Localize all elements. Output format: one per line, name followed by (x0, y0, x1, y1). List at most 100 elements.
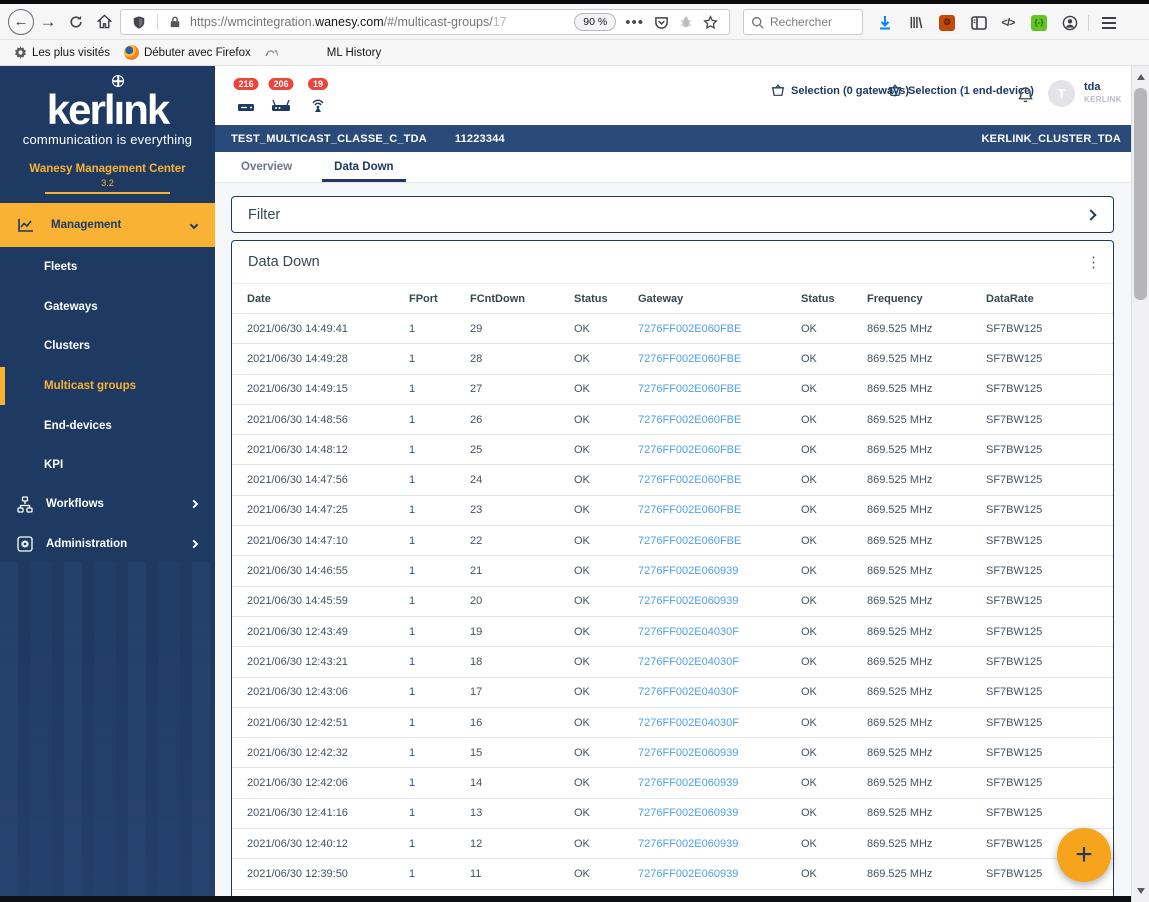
gateway-link[interactable]: 7276FF002E060939 (638, 747, 801, 759)
table-row[interactable]: 2021/06/30 14:48:12125OK7276FF002E060FBE… (232, 434, 1113, 464)
orange-extension-icon[interactable]: ⚙ (936, 13, 958, 32)
scroll-down-arrow-icon[interactable] (1137, 888, 1145, 894)
bookmark-most-visited[interactable]: Les plus visités (14, 46, 110, 59)
table-cell: 869.525 MHz (867, 535, 986, 547)
sidebar-item-fleets[interactable]: Fleets (0, 247, 215, 287)
counter-antennas[interactable]: 19 (303, 78, 333, 114)
table-row[interactable]: 2021/06/30 12:42:06114OK7276FF002E060939… (232, 767, 1113, 797)
reload-button[interactable] (62, 8, 90, 36)
url-text[interactable]: https://wmcintegration.wanesy.com/#/mult… (190, 15, 570, 29)
menu-hamburger-icon[interactable] (1098, 13, 1120, 32)
sidebar-item-kpi[interactable]: KPI (0, 445, 215, 485)
table-row[interactable]: 2021/06/30 12:40:12112OK7276FF002E060939… (232, 828, 1113, 858)
gateway-link[interactable]: 7276FF002E04030F (638, 686, 801, 698)
table-cell: 15 (470, 747, 574, 759)
page-actions-icon[interactable]: ••• (625, 14, 644, 31)
gateway-link[interactable]: 7276FF002E060FBE (638, 383, 801, 395)
table-row[interactable]: 2021/06/30 12:43:21118OK7276FF002E04030F… (232, 646, 1113, 676)
table-row[interactable]: 2021/06/30 14:48:56126OK7276FF002E060FBE… (232, 404, 1113, 434)
counter-gateways[interactable]: 206 (266, 78, 296, 114)
table-row[interactable]: 2021/06/30 14:45:59120OK7276FF002E060939… (232, 586, 1113, 616)
home-button[interactable] (90, 8, 118, 36)
user-avatar[interactable]: T (1048, 80, 1075, 107)
chevron-down-icon (190, 221, 198, 229)
account-icon[interactable] (1059, 13, 1081, 32)
table-cell: 2021/06/30 14:47:10 (247, 535, 409, 547)
gateway-link[interactable]: 7276FF002E060939 (638, 838, 801, 850)
bookmark-star-icon[interactable] (703, 15, 718, 30)
counter-end-devices[interactable]: 216 (231, 78, 261, 114)
table-cell: 2021/06/30 14:47:25 (247, 504, 409, 516)
gateway-link[interactable]: 7276FF002E04030F (638, 626, 801, 638)
table-row[interactable]: 2021/06/30 14:47:56124OK7276FF002E060FBE… (232, 464, 1113, 494)
pocket-icon[interactable] (654, 15, 669, 30)
table-cell: OK (801, 717, 867, 729)
gateway-link[interactable]: 7276FF002E060939 (638, 777, 801, 789)
gateway-link[interactable]: 7276FF002E060FBE (638, 323, 801, 335)
forward-button[interactable]: → (34, 8, 62, 36)
zoom-level-badge[interactable]: 90 % (574, 13, 616, 31)
sidebar-item-administration[interactable]: Administration (0, 524, 215, 564)
url-bar[interactable]: https://wmcintegration.wanesy.com/#/mult… (120, 9, 730, 35)
table-row[interactable]: 2021/06/30 14:47:25123OK7276FF002E060FBE… (232, 495, 1113, 525)
sidebar-item-clusters[interactable]: Clusters (0, 326, 215, 366)
search-input[interactable]: Rechercher (743, 9, 863, 35)
bookmark-getting-started[interactable]: Débuter avec Firefox (124, 45, 251, 60)
expand-chevron-icon[interactable] (1085, 209, 1096, 220)
gateway-link[interactable]: 7276FF002E060FBE (638, 444, 801, 456)
table-row[interactable]: 2021/06/30 12:42:51116OK7276FF002E04030F… (232, 707, 1113, 737)
tracking-shield-icon[interactable] (132, 15, 146, 30)
gateway-link[interactable]: 7276FF002E060FBE (638, 353, 801, 365)
table-row[interactable]: 2021/06/30 14:46:55121OK7276FF002E060939… (232, 555, 1113, 585)
sidebar-item-gateways[interactable]: Gateways (0, 287, 215, 327)
table-row[interactable]: 2021/06/30 12:43:49119OK7276FF002E04030F… (232, 616, 1113, 646)
gateway-link[interactable]: 7276FF002E04030F (638, 656, 801, 668)
table-row[interactable]: 2021/06/30 12:39:28110OK7276FF002E060939… (232, 889, 1113, 896)
table-row[interactable]: 2021/06/30 14:49:41129OK7276FF002E060FBE… (232, 313, 1113, 343)
back-button[interactable]: ← (8, 9, 34, 35)
sidebar-item-workflows[interactable]: Workflows (0, 484, 215, 524)
sidebar-item-management[interactable]: Management (0, 203, 215, 247)
sidebar-toggle-icon[interactable] (968, 13, 990, 32)
gateway-link[interactable]: 7276FF002E060FBE (638, 474, 801, 486)
gateway-link[interactable]: 7276FF002E060939 (638, 807, 801, 819)
search-icon (751, 16, 764, 29)
downloads-icon[interactable] (874, 13, 896, 32)
table-row[interactable]: 2021/06/30 12:41:16113OK7276FF002E060939… (232, 798, 1113, 828)
table-cell: OK (801, 747, 867, 759)
tab-overview[interactable]: Overview (229, 152, 304, 182)
table-row[interactable]: 2021/06/30 14:49:15127OK7276FF002E060FBE… (232, 374, 1113, 404)
gateway-link[interactable]: 7276FF002E060FBE (638, 535, 801, 547)
kebab-menu-icon[interactable]: ⋮ (1086, 253, 1101, 271)
table-row[interactable]: 2021/06/30 14:49:28128OK7276FF002E060FBE… (232, 343, 1113, 373)
gateway-link[interactable]: 7276FF002E060939 (638, 595, 801, 607)
green-extension-icon[interactable]: {-} (1028, 13, 1050, 32)
sidebar-item-end-devices[interactable]: End-devices (0, 406, 215, 446)
selection-end-device[interactable]: Selection (1 end-device) (888, 84, 1034, 97)
table-row[interactable]: 2021/06/30 12:39:50111OK7276FF002E060939… (232, 858, 1113, 888)
page-scrollbar[interactable] (1131, 66, 1149, 902)
scrollbar-thumb[interactable] (1134, 88, 1147, 300)
disabled-extension-icon[interactable] (679, 15, 693, 29)
gateway-link[interactable]: 7276FF002E060939 (638, 565, 801, 577)
bookmark-doodle[interactable] (265, 47, 279, 59)
table-row[interactable]: 2021/06/30 12:43:06117OK7276FF002E04030F… (232, 677, 1113, 707)
filter-panel[interactable]: Filter (231, 196, 1114, 233)
table-row[interactable]: 2021/06/30 14:47:10122OK7276FF002E060FBE… (232, 525, 1113, 555)
add-fab-button[interactable]: + (1057, 828, 1111, 882)
gateway-link[interactable]: 7276FF002E060FBE (638, 504, 801, 516)
user-info[interactable]: tda KERLINK (1084, 81, 1122, 104)
sidebar-item-multicast-groups[interactable]: Multicast groups (0, 366, 215, 406)
table-row[interactable]: 2021/06/30 12:42:32115OK7276FF002E060939… (232, 737, 1113, 767)
notifications-bell-icon[interactable] (1018, 86, 1033, 103)
scroll-up-arrow-icon[interactable] (1137, 74, 1145, 80)
tab-data-down[interactable]: Data Down (322, 152, 405, 182)
developer-tools-icon[interactable]: </> (997, 13, 1019, 32)
gateway-link[interactable]: 7276FF002E04030F (638, 717, 801, 729)
library-icon[interactable] (905, 13, 927, 32)
gateway-link[interactable]: 7276FF002E060939 (638, 868, 801, 880)
lock-icon[interactable] (169, 15, 181, 29)
bookmark-ml-history[interactable]: ML History (327, 47, 382, 59)
table-cell: 869.525 MHz (867, 383, 986, 395)
gateway-link[interactable]: 7276FF002E060FBE (638, 414, 801, 426)
